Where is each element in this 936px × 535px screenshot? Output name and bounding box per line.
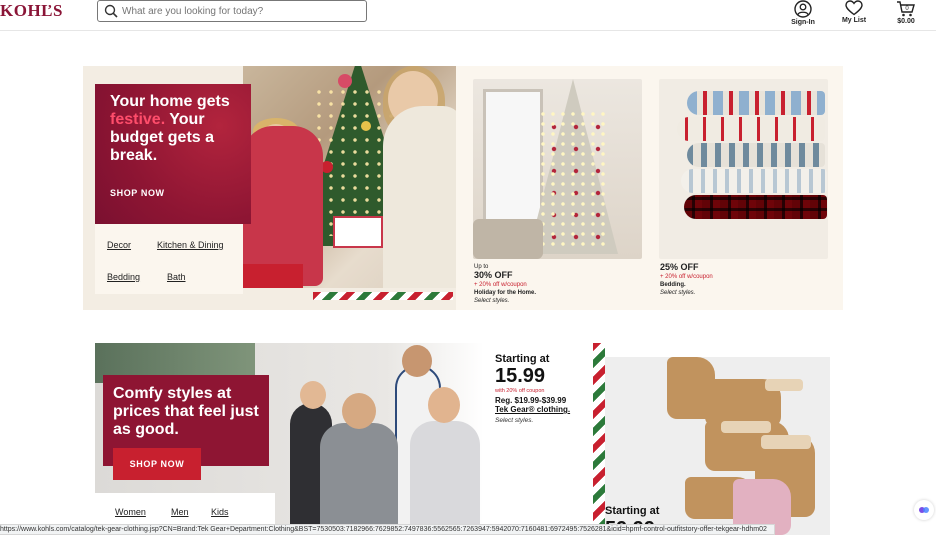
link-women[interactable]: Women [115, 507, 146, 517]
family-christmas-photo [243, 66, 456, 288]
bedding-promo: 25% OFF + 20% off w/coupon Bedding. Sele… [660, 263, 830, 297]
blanket-image [677, 117, 825, 141]
sign-in-label: Sign-In [791, 19, 815, 26]
ornament [361, 121, 371, 131]
candy-stripe-border [313, 292, 453, 300]
link-bath[interactable]: Bath [167, 272, 186, 282]
blanket-image [681, 169, 827, 193]
shop-now-button[interactable]: SHOP NOW [113, 448, 201, 480]
blanket-image [684, 195, 827, 219]
promo-headline: 25% OFF [660, 262, 699, 272]
person-figure [342, 393, 376, 429]
bedding-tile[interactable] [659, 79, 828, 259]
coupon-note: with 20% off coupon [495, 388, 545, 394]
tree-lights [538, 109, 608, 249]
sofa-image [473, 219, 543, 259]
price-callout: Starting at 15.99 with 20% off coupon Re… [495, 353, 581, 424]
cart-icon: 0 [897, 1, 915, 17]
promo-link[interactable]: Holiday for the Home. [474, 289, 644, 297]
hero-headline-highlight: festive. [110, 111, 166, 128]
select-styles-note: Select styles. [495, 417, 534, 424]
person-figure [402, 345, 432, 377]
holiday-home-promo: Up to 30% OFF + 20% off w/coupon Holiday… [474, 263, 644, 305]
boot-image [765, 379, 803, 391]
hero-headline: Comfy styles at prices that feel just as… [113, 385, 259, 438]
promo-headline: 30% OFF [474, 270, 513, 280]
person-figure [300, 381, 326, 409]
holiday-tree-tile[interactable] [473, 79, 642, 259]
chat-button[interactable] [914, 500, 934, 520]
promo-link[interactable]: Bedding. [660, 281, 830, 289]
link-men[interactable]: Men [171, 507, 189, 517]
tek-gear-banner[interactable]: Comfy styles at prices that feel just as… [95, 343, 581, 535]
kohls-logo[interactable]: KOHĽS [0, 1, 63, 21]
boot-image [721, 421, 771, 433]
person-figure [320, 423, 398, 535]
promo-coupon: + 20% off w/coupon [660, 274, 713, 280]
boots-banner[interactable]: Starting at 59.99 [593, 343, 830, 535]
person-figure [410, 421, 480, 535]
chat-icon [919, 507, 929, 513]
hero-text-panel: Your home gets festive. Your budget gets… [95, 84, 251, 224]
child-figure [243, 126, 323, 286]
gift-box [243, 264, 303, 288]
starting-at-label: Starting at [605, 505, 660, 517]
link-kitchen-dining[interactable]: Kitchen & Dining [157, 240, 224, 250]
page: KOHĽS Sign-In My List [0, 0, 936, 535]
promo-coupon: + 20% off w/coupon [474, 282, 527, 288]
link-bedding[interactable]: Bedding [107, 272, 140, 282]
shop-now-button[interactable]: SHOP NOW [110, 188, 165, 198]
ornament [338, 74, 352, 88]
site-header: KOHĽS Sign-In My List [0, 0, 936, 31]
family-photo [280, 343, 495, 535]
heart-icon [845, 0, 863, 16]
mother-figure [383, 106, 456, 288]
gift-box [333, 216, 383, 248]
sign-in-button[interactable]: Sign-In [781, 0, 825, 30]
cart-count: 0 [905, 6, 909, 12]
promo-note: Select styles. [660, 290, 696, 296]
my-list-label: My List [841, 17, 867, 24]
search-input[interactable] [122, 3, 362, 19]
boot-image [761, 435, 811, 449]
browser-status-url: https://www.kohls.com/catalog/tek-gear-c… [0, 524, 775, 535]
candy-stripe-border [593, 343, 605, 535]
blanket-image [687, 143, 825, 167]
link-decor[interactable]: Decor [107, 240, 131, 250]
regular-price: Reg. $19.99-$39.99 [495, 396, 567, 405]
link-kids[interactable]: Kids [211, 507, 229, 517]
festive-home-hero[interactable]: Your home gets festive. Your budget gets… [83, 66, 456, 310]
starting-at-label: Starting at [495, 353, 550, 365]
promo-note: Select styles. [474, 298, 510, 304]
cart-button[interactable]: 0 $0.00 [884, 0, 928, 30]
blanket-image [687, 91, 825, 115]
search-box[interactable] [97, 0, 367, 22]
account-icon [794, 0, 812, 18]
price-value: 15.99 [495, 365, 546, 387]
category-links: Decor Kitchen & Dining Bedding Bath [95, 224, 243, 294]
my-list-button[interactable]: My List [832, 0, 876, 30]
tek-gear-link[interactable]: Tek Gear® clothing. [495, 405, 581, 414]
search-icon[interactable] [104, 4, 118, 18]
person-figure [428, 387, 460, 423]
holiday-home-banner: Your home gets festive. Your budget gets… [83, 66, 843, 310]
hero-headline: Your home gets festive. Your budget gets… [110, 93, 230, 164]
cart-total: $0.00 [897, 18, 915, 25]
